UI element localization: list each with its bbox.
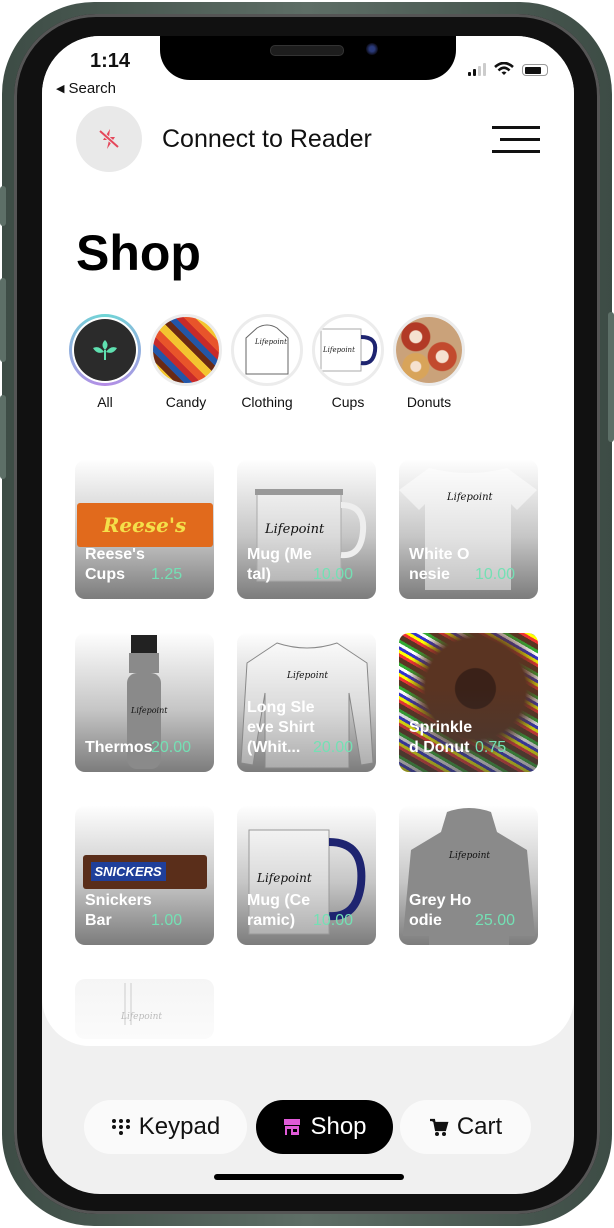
leaf-icon (93, 340, 117, 360)
product-price: 25.00 (475, 912, 516, 929)
product-card[interactable]: Lifepoint Grey Hoodie 25.00 (399, 806, 538, 945)
hoodie-image[interactable]: Lifepoint (231, 314, 303, 386)
category-all-circle[interactable] (69, 314, 141, 386)
candy-image[interactable] (150, 314, 222, 386)
store-icon (284, 1119, 301, 1135)
product-card[interactable]: Lifepoint Long Sleeve Shirt (Whit... 20.… (237, 633, 376, 772)
keypad-icon (111, 1119, 130, 1135)
category-candy[interactable]: Candy (150, 314, 222, 410)
category-label: All (97, 394, 113, 410)
tab-shop-label: Shop (310, 1113, 367, 1140)
mug-image[interactable]: Lifepoint (312, 314, 384, 386)
svg-text:Lifepoint: Lifepoint (446, 492, 494, 503)
category-label: Cups (331, 394, 365, 410)
product-card-partial[interactable]: Lifepoint (75, 979, 214, 1039)
product-card[interactable]: Lifepoint Mug (Metal) 10.00 (237, 460, 376, 599)
product-name: Reese's Cups (85, 546, 145, 583)
product-grid: Reese's Reese's Cups 1.25 Lifepoint Mug … (75, 460, 538, 1039)
svg-text:Lifepoint: Lifepoint (264, 522, 325, 537)
category-all[interactable]: All (69, 314, 141, 410)
product-price: 10.00 (475, 566, 516, 583)
product-card[interactable]: Reese's Reese's Cups 1.25 (75, 460, 214, 599)
product-card[interactable]: Lifepoint White Onesie 10.00 (399, 460, 538, 599)
volume-up-button (0, 278, 6, 362)
svg-text:Lifepoint: Lifepoint (130, 706, 168, 715)
category-clothing[interactable]: Lifepoint Clothing (231, 314, 303, 410)
product-price: 20.00 (151, 739, 192, 756)
notch (160, 36, 456, 80)
menu-button[interactable] (492, 124, 540, 154)
product-price: 0.75 (475, 739, 507, 756)
product-price: 1.25 (151, 566, 183, 583)
speaker (270, 45, 344, 56)
menu-icon-line (500, 138, 540, 141)
product-card[interactable]: Sprinkled Donut 0.75 (399, 633, 538, 772)
connect-reader-label[interactable]: Connect to Reader (162, 125, 372, 154)
tab-cart-label: Cart (456, 1113, 503, 1140)
tab-keypad[interactable]: Keypad (84, 1100, 247, 1154)
product-name: Thermos (85, 739, 153, 756)
menu-icon (492, 126, 540, 129)
category-donuts[interactable]: Donuts (393, 314, 465, 410)
svg-text:Lifepoint: Lifepoint (254, 338, 287, 346)
front-camera (366, 43, 378, 55)
tab-keypad-label: Keypad (138, 1113, 221, 1140)
product-name: Snickers Bar (85, 892, 152, 929)
product-card[interactable]: Lifepoint Mug (Ceramic) 10.00 (237, 806, 376, 945)
product-name: Grey Hoodie (409, 892, 472, 929)
bottom-tab-bar: Keypad Shop Cart (42, 1100, 574, 1156)
menu-icon-line (492, 150, 540, 153)
header: Connect to Reader (76, 106, 540, 172)
product-price: 1.00 (151, 912, 183, 929)
home-indicator[interactable] (214, 1174, 404, 1180)
product-card[interactable]: SNICKERS Snickers Bar 1.00 (75, 806, 214, 945)
tab-shop[interactable]: Shop (256, 1100, 393, 1154)
category-label: Donuts (406, 394, 452, 410)
category-label: Candy (165, 394, 207, 410)
page-title: Shop (76, 225, 201, 281)
cart-icon (429, 1118, 449, 1136)
svg-text:Lifepoint: Lifepoint (286, 671, 328, 681)
status-icons (468, 62, 548, 76)
svg-text:Lifepoint: Lifepoint (120, 1012, 162, 1022)
category-cups[interactable]: Lifepoint Cups (312, 314, 384, 410)
back-label: Search (68, 80, 116, 97)
wifi-icon (494, 62, 514, 75)
product-name: White Onesie (409, 546, 470, 583)
tab-cart[interactable]: Cart (400, 1100, 531, 1154)
screen: 1:14 ◀ Search Connect to Reader Shop All… (42, 36, 574, 1194)
back-to-search[interactable]: ◀ Search (56, 80, 116, 97)
product-price: 10.00 (313, 566, 354, 583)
connect-reader-button[interactable] (76, 106, 142, 172)
product-name: Long Sleeve Shirt (Whit... (247, 699, 315, 756)
product-card[interactable]: Lifepoint Thermos 20.00 (75, 633, 214, 772)
battery-icon (522, 64, 548, 76)
mute-switch (0, 186, 6, 226)
category-label: Clothing (241, 394, 293, 410)
svg-text:Lifepoint: Lifepoint (448, 851, 490, 861)
white-hoodie-image: Lifepoint (75, 979, 214, 1039)
signal-icon (468, 63, 486, 76)
power-button (608, 312, 614, 442)
svg-text:Lifepoint: Lifepoint (256, 871, 312, 885)
svg-text:Lifepoint: Lifepoint (322, 346, 355, 354)
volume-down-button (0, 395, 6, 479)
product-name: Sprinkled Donut (409, 719, 473, 756)
status-time: 1:14 (90, 50, 131, 72)
donuts-image[interactable] (393, 314, 465, 386)
bluetooth-off-icon (98, 129, 120, 149)
product-name: Mug (Ceramic) (247, 892, 311, 929)
product-name: Mug (Metal) (247, 546, 312, 583)
product-price: 20.00 (313, 739, 354, 756)
shop-sheet: 1:14 ◀ Search Connect to Reader Shop All… (42, 36, 574, 1046)
category-list: All Candy Lifepoint Clothing Lifepoint C… (69, 314, 465, 410)
product-price: 10.00 (313, 912, 354, 929)
back-arrow-icon: ◀ (56, 83, 65, 95)
